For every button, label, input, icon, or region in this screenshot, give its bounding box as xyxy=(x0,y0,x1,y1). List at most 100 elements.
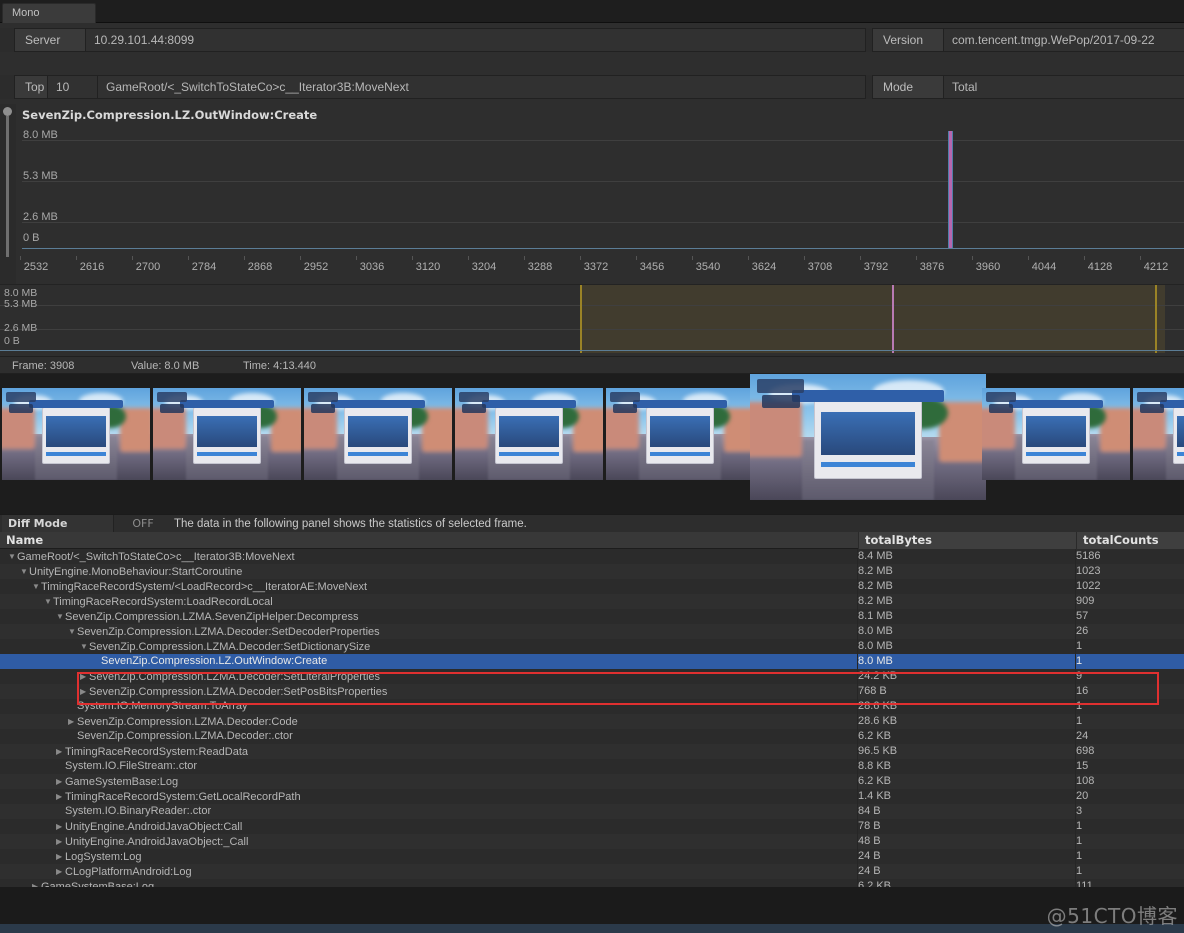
row-total-counts: 111 xyxy=(1076,880,1093,887)
table-row[interactable]: ▶ UnityEngine.AndroidJavaObject:_Call 48 B… xyxy=(0,834,1184,849)
thumbnail-frame[interactable] xyxy=(982,388,1130,480)
table-row[interactable]: ▶ CLogPlatformAndroid:Log 24 B 1 xyxy=(0,864,1184,879)
chevron-right-icon[interactable]: ▶ xyxy=(56,789,65,804)
chart-plot-area[interactable]: SevenZip.Compression.LZ.OutWindow:Create… xyxy=(16,104,1184,256)
row-total-counts: 1 xyxy=(1076,640,1083,652)
overview-range-end-handle[interactable] xyxy=(1155,285,1157,353)
row-name-text: SevenZip.Compression.LZMA.Decoder:SetDic… xyxy=(89,641,371,653)
table-row[interactable]: System.IO.MemoryStream:ToArray 28.6 KB 1 xyxy=(0,699,1184,714)
chevron-right-icon[interactable]: ▶ xyxy=(80,669,89,684)
chevron-right-icon[interactable]: ▶ xyxy=(80,684,89,699)
diff-mode-note: The data in the following panel shows th… xyxy=(174,518,527,530)
chevron-right-icon[interactable]: ▶ xyxy=(68,714,77,729)
table-row[interactable]: ▶ TimingRaceRecordSystem:GetLocalRecordPa… xyxy=(0,789,1184,804)
table-row[interactable]: System.IO.BinaryReader:.ctor 84 B 3 xyxy=(0,804,1184,819)
chart-xtick: 4044 xyxy=(1031,261,1057,273)
diff-mode-toggle[interactable]: OFF xyxy=(118,515,168,533)
chevron-down-icon[interactable]: ▼ xyxy=(32,579,41,594)
thumbnail-frame[interactable] xyxy=(153,388,301,480)
table-row[interactable]: ▼TimingRaceRecordSystem:LoadRecordLocal 8… xyxy=(0,594,1184,609)
row-total-bytes: 24.2 KB xyxy=(858,670,898,682)
table-row[interactable]: ▶ UnityEngine.AndroidJavaObject:Call 78 B 1 xyxy=(0,819,1184,834)
row-name: System.IO.BinaryReader:.ctor xyxy=(56,804,211,819)
server-input[interactable]: 10.29.101.44:8099 xyxy=(86,28,866,52)
chevron-down-icon[interactable]: ▼ xyxy=(44,594,53,609)
timeline-overview[interactable]: 8.0 MB 5.3 MB 2.6 MB 0 B xyxy=(0,284,1184,356)
chevron-down-icon[interactable]: ▼ xyxy=(56,609,65,624)
table-row[interactable]: ▼SevenZip.Compression.LZMA.SevenZipHelpe… xyxy=(0,609,1184,624)
table-row[interactable]: ▶ TimingRaceRecordSystem:ReadData 96.5 KB 6… xyxy=(0,744,1184,759)
tab-mono[interactable]: Mono xyxy=(2,3,96,23)
chevron-right-icon[interactable]: ▶ xyxy=(56,864,65,879)
column-header-name[interactable]: Name xyxy=(0,532,858,549)
thumbnail-frame[interactable] xyxy=(2,388,150,480)
table-row[interactable]: ▶ LogSystem:Log 24 B 1 xyxy=(0,849,1184,864)
top-function-input[interactable]: GameRoot/<_SwitchToStateCo>c__Iterator3B… xyxy=(98,75,866,99)
table-row-selected[interactable]: SevenZip.Compression.LZ.OutWindow:Create… xyxy=(0,654,1184,669)
table-row[interactable]: System.IO.FileStream:.ctor 8.8 KB 15 xyxy=(0,759,1184,774)
column-header-totalcounts[interactable]: totalCounts xyxy=(1076,532,1184,549)
chart-xtick: 2700 xyxy=(135,261,161,273)
chevron-down-icon[interactable]: ▼ xyxy=(20,564,29,579)
table-row[interactable]: ▶ GameSystemBase:Log 6.2 KB 111 xyxy=(0,879,1184,887)
chevron-down-icon[interactable]: ▼ xyxy=(68,624,77,639)
thumbnail-frame-selected[interactable] xyxy=(750,374,986,500)
overview-range-start-handle[interactable] xyxy=(580,285,582,353)
chevron-right-icon[interactable]: ▶ xyxy=(56,834,65,849)
table-row[interactable]: ▼GameRoot/<_SwitchToStateCo>c__Iterator3… xyxy=(0,549,1184,564)
top-count-input[interactable]: 10 xyxy=(48,75,98,99)
chevron-right-icon[interactable]: ▶ xyxy=(56,819,65,834)
chevron-down-icon[interactable]: ▼ xyxy=(8,549,17,564)
chevron-right-icon[interactable]: ▶ xyxy=(56,774,65,789)
graph-scroll-knob[interactable] xyxy=(3,107,12,116)
overview-current-frame-marker[interactable] xyxy=(892,285,894,353)
graph-scrollbar[interactable] xyxy=(3,107,12,257)
chevron-right-icon[interactable]: ▶ xyxy=(56,744,65,759)
row-total-counts: 1 xyxy=(1076,655,1083,667)
chevron-right-icon[interactable]: ▶ xyxy=(56,849,65,864)
table-row[interactable]: ▼TimingRaceRecordSystem/<LoadRecord>c__I… xyxy=(0,579,1184,594)
version-input[interactable]: com.tencent.tmgp.WePop/2017-09-22 xyxy=(944,28,1184,52)
table-row[interactable]: ▶ SevenZip.Compression.LZMA.Decoder:Code 2… xyxy=(0,714,1184,729)
thumbnail-frame[interactable] xyxy=(455,388,603,480)
row-name-text: GameSystemBase:Log xyxy=(65,776,179,788)
row-name: ▼UnityEngine.MonoBehaviour:StartCoroutin… xyxy=(20,564,242,579)
row-name-text: TimingRaceRecordSystem:ReadData xyxy=(65,746,248,758)
row-total-bytes: 8.0 MB xyxy=(858,625,893,637)
overview-ytick-3: 0 B xyxy=(4,335,20,347)
thumbnail-frame[interactable] xyxy=(304,388,452,480)
chart-xtick: 3624 xyxy=(751,261,777,273)
overview-selection-region[interactable] xyxy=(580,285,1165,353)
row-name: ▶ SevenZip.Compression.LZMA.Decoder:SetLi… xyxy=(80,669,380,684)
chart-xtick: 4128 xyxy=(1087,261,1113,273)
row-name: ▶ SevenZip.Compression.LZMA.Decoder:SetPo… xyxy=(80,684,387,699)
chevron-down-icon[interactable]: ▼ xyxy=(80,639,89,654)
row-name: ▶ GameSystemBase:Log xyxy=(56,774,178,789)
frame-thumbnail-strip[interactable] xyxy=(0,374,1184,514)
thumbnail-frame[interactable] xyxy=(606,388,754,480)
table-body[interactable]: ▼GameRoot/<_SwitchToStateCo>c__Iterator3… xyxy=(0,549,1184,887)
chart-ytick-0: 8.0 MB xyxy=(23,129,58,141)
row-name-text: TimingRaceRecordSystem/<LoadRecord>c__It… xyxy=(41,581,368,593)
row-name: ▶ LogSystem:Log xyxy=(56,849,141,864)
overview-gridline xyxy=(0,305,1184,306)
row-total-counts: 1023 xyxy=(1076,565,1101,577)
thumbnail-frame[interactable] xyxy=(1133,388,1184,480)
table-row[interactable]: SevenZip.Compression.LZMA.Decoder:.ctor 6… xyxy=(0,729,1184,744)
chart-xtick: 3792 xyxy=(863,261,889,273)
table-row[interactable]: ▶ SevenZip.Compression.LZMA.Decoder:SetPo… xyxy=(0,684,1184,699)
chevron-right-icon[interactable]: ▶ xyxy=(32,879,41,887)
table-row[interactable]: ▶ GameSystemBase:Log 6.2 KB 108 xyxy=(0,774,1184,789)
chart-baseline xyxy=(22,248,1184,249)
graph-scroll-track[interactable] xyxy=(6,116,9,257)
table-row[interactable]: ▶ SevenZip.Compression.LZMA.Decoder:SetLi… xyxy=(0,669,1184,684)
table-row[interactable]: ▼SevenZip.Compression.LZMA.Decoder:SetDe… xyxy=(0,624,1184,639)
row-name: System.IO.FileStream:.ctor xyxy=(56,759,197,774)
row-total-bytes: 8.0 MB xyxy=(858,640,893,652)
mode-select[interactable]: Total xyxy=(944,75,1184,99)
row-total-counts: 1 xyxy=(1076,820,1083,832)
table-row[interactable]: ▼SevenZip.Compression.LZMA.Decoder:SetDi… xyxy=(0,639,1184,654)
column-header-totalbytes[interactable]: totalBytes xyxy=(858,532,1076,549)
window-tab-strip: Mono xyxy=(0,0,1184,23)
table-row[interactable]: ▼UnityEngine.MonoBehaviour:StartCoroutin… xyxy=(0,564,1184,579)
